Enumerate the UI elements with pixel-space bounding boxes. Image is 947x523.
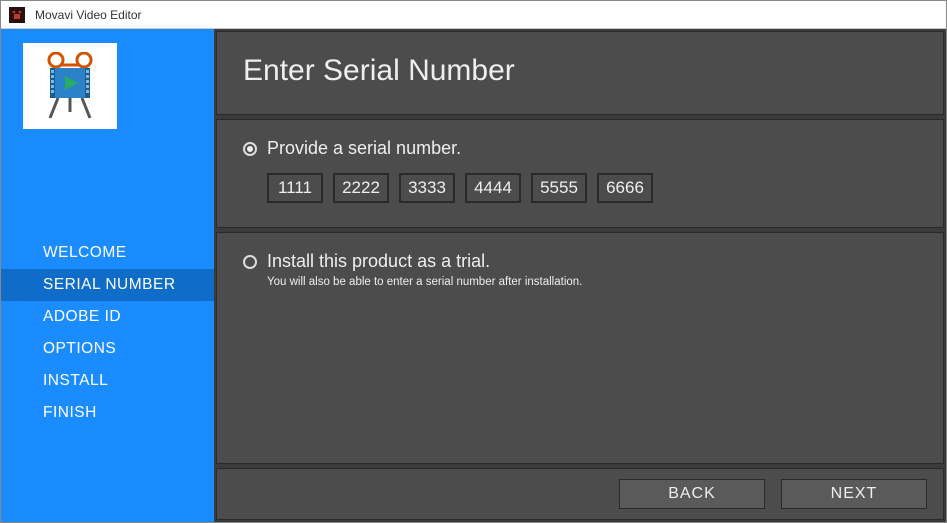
- serial-field-1[interactable]: 1111: [267, 173, 323, 203]
- radio-trial[interactable]: Install this product as a trial.: [243, 251, 917, 272]
- page-title: Enter Serial Number: [243, 54, 917, 88]
- titlebar: Movavi Video Editor: [1, 1, 946, 29]
- serial-field-4[interactable]: 4444: [465, 173, 521, 203]
- body: WELCOME SERIAL NUMBER ADOBE ID OPTIONS I…: [1, 29, 946, 522]
- serial-field-6[interactable]: 6666: [597, 173, 653, 203]
- nav-item-serial-number[interactable]: SERIAL NUMBER: [1, 269, 214, 301]
- nav-item-options[interactable]: OPTIONS: [1, 333, 214, 365]
- serial-fields: 1111 2222 3333 4444 5555 6666: [267, 173, 917, 203]
- nav-item-welcome[interactable]: WELCOME: [1, 237, 214, 269]
- panel-trial: Install this product as a trial. You wil…: [216, 232, 944, 464]
- app-title: Movavi Video Editor: [35, 8, 142, 22]
- installer-window: Movavi Video Editor: [0, 0, 947, 523]
- app-logo: [23, 43, 117, 129]
- serial-field-5[interactable]: 5555: [531, 173, 587, 203]
- nav-item-install[interactable]: INSTALL: [1, 365, 214, 397]
- nav-item-adobe-id[interactable]: ADOBE ID: [1, 301, 214, 333]
- radio-provide-serial[interactable]: Provide a serial number.: [243, 138, 917, 159]
- app-icon: [9, 7, 25, 23]
- sidebar: WELCOME SERIAL NUMBER ADOBE ID OPTIONS I…: [1, 29, 214, 522]
- back-button[interactable]: BACK: [619, 479, 765, 509]
- radio-provide-serial-label: Provide a serial number.: [267, 138, 461, 159]
- radio-button-icon: [243, 142, 257, 156]
- footer: BACK NEXT: [216, 468, 944, 520]
- page-header: Enter Serial Number: [216, 31, 944, 115]
- radio-button-icon: [243, 255, 257, 269]
- serial-field-3[interactable]: 3333: [399, 173, 455, 203]
- nav-item-finish[interactable]: FINISH: [1, 397, 214, 429]
- main: Enter Serial Number Provide a serial num…: [214, 29, 946, 522]
- panel-serial: Provide a serial number. 1111 2222 3333 …: [216, 119, 944, 228]
- serial-field-2[interactable]: 2222: [333, 173, 389, 203]
- next-button[interactable]: NEXT: [781, 479, 927, 509]
- nav: WELCOME SERIAL NUMBER ADOBE ID OPTIONS I…: [1, 237, 214, 429]
- radio-trial-label: Install this product as a trial.: [267, 251, 490, 272]
- radio-trial-subtext: You will also be able to enter a serial …: [267, 276, 917, 288]
